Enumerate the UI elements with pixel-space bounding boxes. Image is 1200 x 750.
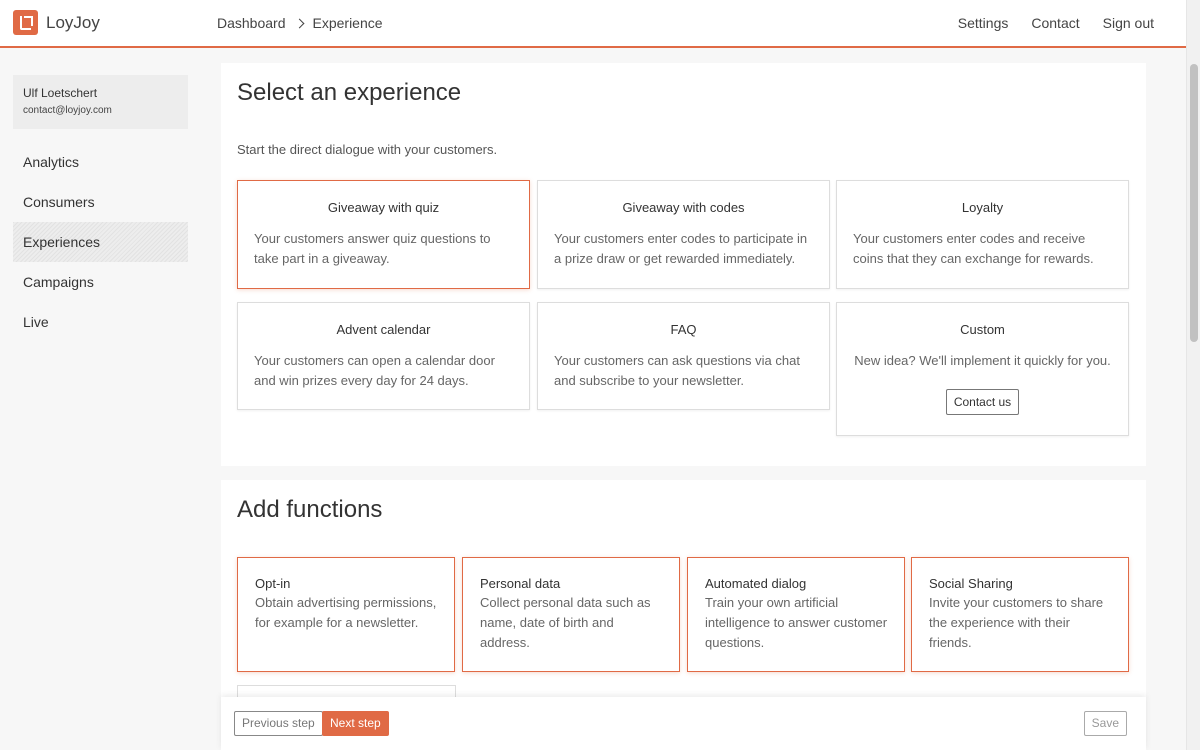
- card-description: Your customers can open a calendar door …: [254, 353, 495, 388]
- card-description: Obtain advertising permissions, for exam…: [255, 595, 437, 630]
- experience-subtitle: Start the direct dialogue with your cust…: [237, 142, 498, 157]
- chevron-right-icon: [294, 18, 304, 28]
- card-title: Loyalty: [961, 200, 1004, 215]
- top-header: LoyJoy Dashboard Experience Settings Con…: [0, 0, 1186, 48]
- settings-link[interactable]: Settings: [958, 15, 1009, 31]
- function-card-personal-data[interactable]: Personal data Collect personal data such…: [462, 557, 680, 672]
- card-title: Giveaway with codes: [622, 200, 745, 215]
- sidebar-nav: Analytics Consumers Experiences Campaign…: [13, 142, 188, 342]
- card-title: Personal data: [480, 576, 561, 591]
- app-name: LoyJoy: [46, 12, 100, 32]
- function-card-social-sharing[interactable]: Social Sharing Invite your customers to …: [911, 557, 1129, 672]
- sidebar-item-consumers[interactable]: Consumers: [13, 182, 188, 222]
- experience-card-loyalty[interactable]: Loyalty Your customers enter codes and r…: [836, 180, 1129, 289]
- page-scrollbar[interactable]: [1186, 0, 1200, 750]
- card-title: FAQ: [670, 322, 697, 337]
- user-name: Ulf Loetschert: [23, 86, 98, 100]
- card-description: Your customers answer quiz questions to …: [254, 231, 491, 266]
- save-button[interactable]: Save: [1083, 711, 1127, 736]
- action-bar: Previous step Next step Save: [221, 697, 1146, 750]
- card-description: Invite your customers to share the exper…: [929, 595, 1104, 650]
- user-card: Ulf Loetschert contact@loyjoy.com: [13, 75, 188, 129]
- sidebar-item-analytics[interactable]: Analytics: [13, 142, 188, 182]
- next-step-button[interactable]: Next step: [322, 711, 389, 736]
- experience-card-giveaway-codes[interactable]: Giveaway with codes Your customers enter…: [537, 180, 830, 289]
- user-email: contact@loyjoy.com: [23, 105, 112, 116]
- card-description: Train your own artificial intelligence t…: [705, 595, 888, 650]
- scrollbar-thumb[interactable]: [1190, 64, 1198, 342]
- previous-step-button[interactable]: Previous step: [234, 711, 323, 736]
- experience-panel: Select an experience Start the direct di…: [221, 63, 1146, 466]
- functions-title: Add functions: [237, 496, 383, 523]
- breadcrumb-experience: Experience: [312, 15, 383, 31]
- experience-card-giveaway-quiz[interactable]: Giveaway with quiz Your customers answer…: [237, 180, 530, 289]
- card-title: Advent calendar: [336, 322, 431, 337]
- loyjoy-logo-icon: [13, 10, 38, 35]
- breadcrumb-dashboard[interactable]: Dashboard: [217, 15, 286, 31]
- experience-card-advent-calendar[interactable]: Advent calendar Your customers can open …: [237, 302, 530, 410]
- card-title: Opt-in: [255, 576, 291, 591]
- card-description: New idea? We'll implement it quickly for…: [854, 353, 1111, 368]
- experience-card-custom[interactable]: Custom New idea? We'll implement it quic…: [836, 302, 1129, 436]
- logo[interactable]: LoyJoy: [13, 10, 100, 35]
- card-title: Automated dialog: [705, 576, 807, 591]
- contact-us-button[interactable]: Contact us: [945, 389, 1020, 415]
- function-card-automated-dialog[interactable]: Automated dialog Train your own artifici…: [687, 557, 905, 672]
- card-description: Your customers enter codes and receive c…: [853, 231, 1094, 266]
- card-description: Collect personal data such as name, date…: [480, 595, 651, 650]
- sidebar-item-campaigns[interactable]: Campaigns: [13, 262, 188, 302]
- card-title: Custom: [960, 322, 1005, 337]
- card-description: Your customers enter codes to participat…: [554, 231, 808, 266]
- sign-out-link[interactable]: Sign out: [1103, 15, 1154, 31]
- sidebar-item-live[interactable]: Live: [13, 302, 188, 342]
- sidebar-item-experiences[interactable]: Experiences: [13, 222, 188, 262]
- function-card-opt-in[interactable]: Opt-in Obtain advertising permissions, f…: [237, 557, 455, 672]
- card-title: Social Sharing: [929, 576, 1013, 591]
- experience-card-faq[interactable]: FAQ Your customers can ask questions via…: [537, 302, 830, 410]
- top-nav: Settings Contact Sign out: [935, 15, 1154, 31]
- contact-link[interactable]: Contact: [1031, 15, 1079, 31]
- card-description: Your customers can ask questions via cha…: [554, 353, 800, 388]
- card-title: Giveaway with quiz: [327, 200, 440, 215]
- breadcrumb: Dashboard Experience: [217, 15, 383, 31]
- experience-title: Select an experience: [237, 79, 462, 106]
